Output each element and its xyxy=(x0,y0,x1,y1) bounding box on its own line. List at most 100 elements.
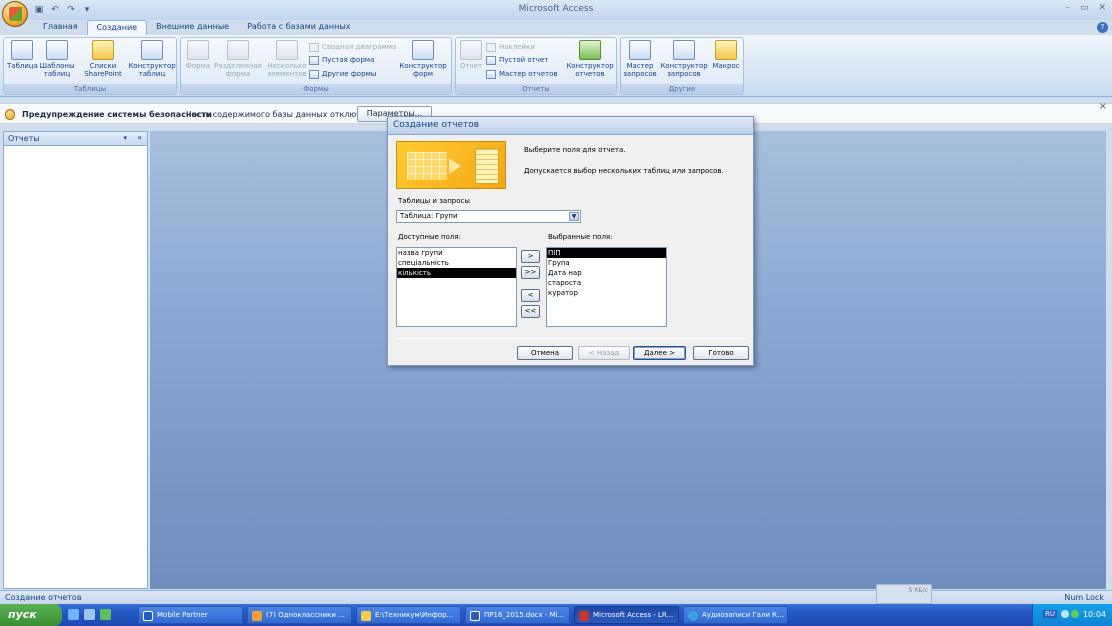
start-label: пуск xyxy=(8,608,37,621)
help-icon[interactable]: ? xyxy=(1097,22,1108,33)
list-item[interactable]: куратор xyxy=(547,288,666,298)
report-design-button[interactable]: Конструктор отчетов xyxy=(566,40,614,78)
tab-home[interactable]: Главная xyxy=(34,20,87,35)
move-all-left-button[interactable]: << xyxy=(521,305,540,318)
report-wizard-button[interactable]: Мастер отчетов xyxy=(486,68,558,80)
blank-form-button[interactable]: Пустая форма xyxy=(309,54,374,66)
office-logo-icon xyxy=(9,7,22,21)
navigation-pane-header[interactable]: Отчеты ▾ « xyxy=(4,132,147,146)
taskbar-item-label: ПР16_2015.docx - Mi... xyxy=(484,611,565,619)
taskbar-item-odnoklassniki[interactable]: (7) Одноклассники ... xyxy=(247,606,352,624)
table-button[interactable]: Таблица xyxy=(7,40,38,70)
close-icon[interactable]: ✕ xyxy=(1098,3,1106,13)
network-speed-widget: 5 КБ/с xyxy=(876,584,932,604)
collapse-pane-icon[interactable]: « xyxy=(137,133,142,142)
move-one-left-button[interactable]: < xyxy=(521,289,540,302)
table-grid-icon xyxy=(407,152,447,180)
list-item[interactable]: спеціальність xyxy=(397,258,516,268)
sharepoint-lists-icon xyxy=(92,40,114,60)
taskbar-item-label: Mobile Partner xyxy=(157,611,208,619)
volume-icon[interactable] xyxy=(1061,610,1069,618)
labels-button[interactable]: Наклейки xyxy=(486,41,535,53)
mobile-partner-icon xyxy=(143,611,153,621)
tab-create[interactable]: Создание xyxy=(86,20,148,35)
status-text: Создание отчетов xyxy=(5,593,82,602)
blank-report-button[interactable]: Пустой отчет xyxy=(486,54,548,66)
browser-icon xyxy=(252,611,262,621)
chevron-down-icon[interactable]: ▼ xyxy=(569,212,579,221)
move-all-right-button[interactable]: >> xyxy=(521,266,540,279)
tab-external-data[interactable]: Внешние данные xyxy=(147,20,238,35)
multiple-items-button[interactable]: Несколько элементов xyxy=(265,40,309,78)
table-button-label: Таблица xyxy=(7,62,38,70)
split-form-icon xyxy=(227,40,249,60)
form-button[interactable]: Форма xyxy=(185,40,211,70)
finish-button[interactable]: Готово xyxy=(693,346,749,360)
system-tray: RU 10:04 xyxy=(1032,604,1112,626)
taskbar-item-mobile-partner[interactable]: Mobile Partner xyxy=(138,606,243,624)
report-button[interactable]: Отчет xyxy=(459,40,483,70)
taskbar-item-word[interactable]: ПР16_2015.docx - Mi... xyxy=(465,606,570,624)
report-design-icon xyxy=(579,40,601,60)
pivot-chart-button[interactable]: Сводная диаграмма xyxy=(309,41,396,53)
group-tables-label: Таблицы xyxy=(4,84,176,94)
macro-label: Макрос xyxy=(712,62,740,70)
sharepoint-lists-button[interactable]: Списки SharePoint xyxy=(81,40,125,78)
macro-button[interactable]: Макрос xyxy=(711,40,741,70)
chevron-down-icon[interactable]: ▾ xyxy=(123,134,127,142)
query-wizard-button[interactable]: Мастер запросов xyxy=(623,40,657,78)
selected-fields-list[interactable]: ПІП Група Дата нар староста куратор xyxy=(546,247,667,327)
query-design-button[interactable]: Конструктор запросов xyxy=(659,40,709,78)
start-button[interactable]: пуск xyxy=(0,604,62,626)
security-warning-title: Предупреждение системы безопасности xyxy=(22,110,212,119)
taskbar-item-explorer[interactable]: E:\Техникум\Инфор... xyxy=(356,606,461,624)
table-templates-button[interactable]: Шаблоны таблиц xyxy=(39,40,75,78)
group-forms: Форма Разделенная форма Несколько элемен… xyxy=(180,37,452,95)
move-one-right-button[interactable]: > xyxy=(521,250,540,263)
list-item[interactable]: Група xyxy=(547,258,666,268)
taskbar-item-access[interactable]: Microsoft Access - LR... xyxy=(574,606,679,624)
form-design-label: Конструктор форм xyxy=(399,62,447,78)
minimize-icon[interactable]: – xyxy=(1065,3,1070,13)
group-other: Мастер запросов Конструктор запросов Мак… xyxy=(620,37,744,95)
list-item[interactable]: староста xyxy=(547,278,666,288)
split-form-button[interactable]: Разделенная форма xyxy=(213,40,263,78)
tables-queries-label: Таблицы и запросы xyxy=(398,197,470,205)
cancel-button[interactable]: Отмена xyxy=(517,346,573,360)
security-warning-text: Часть содержимого базы данных отключено xyxy=(186,110,376,119)
report-document-icon xyxy=(475,148,499,184)
selected-fields-label: Выбранные поля: xyxy=(548,233,613,241)
show-desktop-icon[interactable] xyxy=(84,609,95,620)
dialog-hint: Допускается выбор нескольких таблиц или … xyxy=(524,167,724,175)
maximize-icon[interactable]: ▭ xyxy=(1080,3,1089,13)
list-item[interactable]: кількість xyxy=(397,268,516,278)
tables-queries-select[interactable]: Таблица: Групи ▼ xyxy=(396,210,581,223)
report-design-label: Конструктор отчетов xyxy=(566,62,614,78)
quick-launch xyxy=(68,609,111,620)
sharepoint-lists-label: Списки SharePoint xyxy=(84,62,122,78)
form-label: Форма xyxy=(185,62,211,70)
tab-database-tools[interactable]: Работа с базами данных xyxy=(238,20,359,35)
blank-report-label: Пустой отчет xyxy=(499,56,549,64)
list-item[interactable]: Дата нар xyxy=(547,268,666,278)
table-templates-icon xyxy=(46,40,68,60)
table-design-button[interactable]: Конструктор таблиц xyxy=(128,40,176,78)
more-forms-button[interactable]: Другие формы xyxy=(309,68,376,80)
app-launch-icon[interactable] xyxy=(100,609,111,620)
language-indicator[interactable]: RU xyxy=(1043,610,1057,618)
form-design-button[interactable]: Конструктор форм xyxy=(399,40,447,78)
back-button[interactable]: < Назад xyxy=(578,346,630,360)
network-icon[interactable] xyxy=(1071,610,1079,618)
office-button[interactable] xyxy=(2,1,28,27)
navigation-pane: Отчеты ▾ « xyxy=(3,131,148,589)
ie-icon[interactable] xyxy=(68,609,79,620)
split-form-label: Разделенная форма xyxy=(214,62,262,78)
available-fields-list[interactable]: назва групи спеціальність кількість xyxy=(396,247,517,327)
group-reports: Отчет Наклейки Пустой отчет Мастер отчет… xyxy=(455,37,617,95)
list-item[interactable]: ПІП xyxy=(547,248,666,258)
multiple-items-icon xyxy=(276,40,298,60)
taskbar-item-audio[interactable]: Аудиозаписи Гали К... xyxy=(683,606,788,624)
next-button[interactable]: Далее > xyxy=(633,346,686,360)
list-item[interactable]: назва групи xyxy=(397,248,516,258)
close-icon[interactable]: × xyxy=(1099,101,1107,112)
